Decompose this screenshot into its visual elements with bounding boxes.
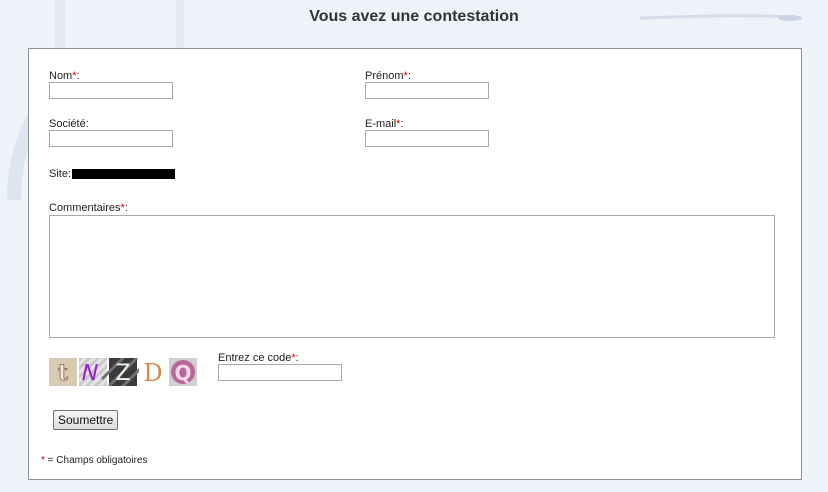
email-label-text: E-mail [365,118,397,130]
nom-label: Nom*: [49,70,80,82]
label-colon: : [76,70,80,82]
submit-button[interactable]: Soumettre [53,410,119,430]
captcha-tile-2: N [79,358,107,386]
page-title: Vous avez une contestation [309,8,519,25]
prenom-label-text: Prénom [365,70,404,82]
captcha-code-input[interactable] [218,364,342,381]
label-colon: : [85,118,89,130]
prenom-label: Prénom*: [365,70,411,82]
captcha-tile-5: Q [169,358,197,386]
captcha-tile-1: t [49,358,77,386]
site-value-redacted [72,169,175,179]
label-colon: : [407,70,411,82]
nom-label-text: Nom [49,70,73,82]
captcha-char-5: Q [174,361,191,385]
contest-form: Nom*: Prénom*: Société: E-mail*: Site: C… [28,48,802,480]
email-label: E-mail*: [365,118,404,130]
site-label: Site: [49,168,72,180]
captcha-tile-3: Z [100,358,146,386]
commentaires-label-text: Commentaires [49,202,121,214]
label-colon: : [295,352,299,364]
captcha-char-3: Z [115,361,130,386]
required-fields-note: * = Champs obligatoires [41,455,147,466]
captcha-char-4: D [143,359,162,386]
label-colon: : [400,118,404,130]
societe-input[interactable] [49,130,173,147]
code-label-text: Entrez ce code [218,352,292,364]
societe-label: Société: [49,118,89,130]
prenom-input[interactable] [365,82,489,99]
societe-label-text: Société [49,118,86,130]
captcha-tile-4: D [139,358,167,386]
code-label: Entrez ce code*: [218,352,299,364]
commentaires-textarea[interactable] [49,215,775,338]
email-input[interactable] [365,130,489,147]
label-colon: : [124,202,128,214]
nom-input[interactable] [49,82,173,99]
commentaires-label: Commentaires*: [49,202,128,214]
captcha-image: t N Z D Q [49,358,197,386]
footnote-text: = Champs obligatoires [44,455,148,466]
captcha-char-1: t [58,360,69,386]
